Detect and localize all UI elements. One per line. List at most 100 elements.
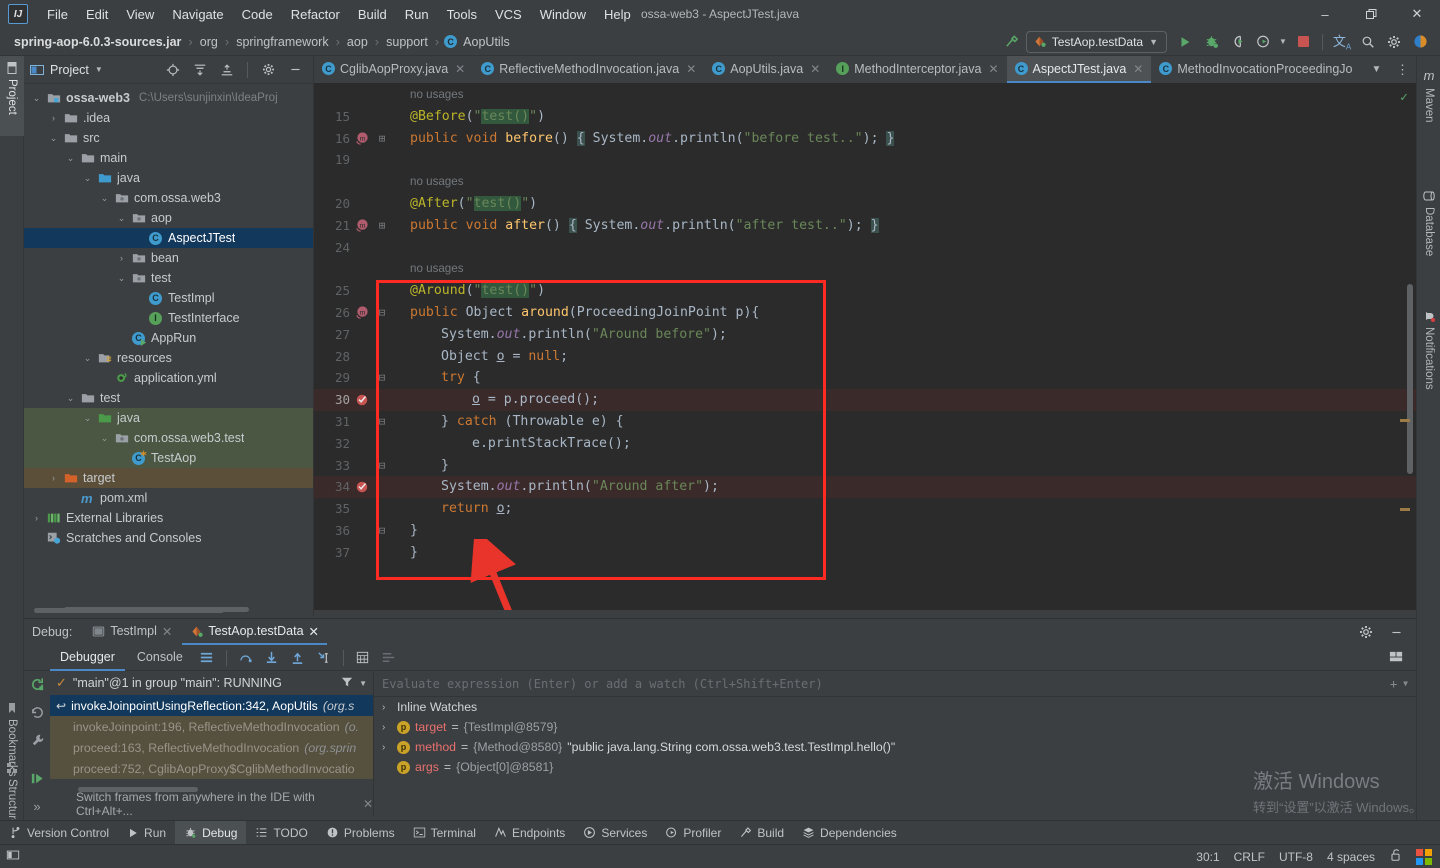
tree-node-bean[interactable]: › bean bbox=[24, 248, 313, 268]
stack-frame[interactable]: ↩ invokeJoinpointUsingReflection:342, Aop… bbox=[50, 695, 373, 716]
add-watch-button[interactable]: + bbox=[1390, 677, 1397, 691]
step-into-icon[interactable] bbox=[260, 647, 284, 669]
close-button[interactable]: ✕ bbox=[1394, 0, 1440, 28]
watch-item[interactable]: › Inline Watches bbox=[374, 697, 1416, 717]
line-number[interactable]: 35 bbox=[314, 498, 350, 520]
tree-node-testinterface[interactable]: I TestInterface bbox=[24, 308, 313, 328]
breadcrumb-item-aop[interactable]: aop bbox=[345, 33, 370, 51]
debug-session-tab-testimpl[interactable]: TestImpl ✕ bbox=[84, 619, 180, 645]
tree-node-aspectjtest[interactable]: C AspectJTest bbox=[24, 228, 313, 248]
close-icon[interactable]: ✕ bbox=[810, 62, 820, 76]
editor-tab-methodinvocationproceedingjo[interactable]: C MethodInvocationProceedingJo bbox=[1151, 56, 1360, 83]
editor-tab-aspectjtest[interactable]: C AspectJTest.java ✕ bbox=[1006, 56, 1152, 83]
line-number[interactable]: 30 bbox=[314, 389, 350, 411]
thread-selector[interactable]: ✓ "main"@1 in group "main": RUNNING ▼ bbox=[50, 671, 373, 695]
evaluate-icon[interactable] bbox=[351, 647, 375, 669]
rerun-icon[interactable] bbox=[30, 677, 45, 695]
expand-all-icon[interactable] bbox=[188, 59, 212, 81]
settings-icon[interactable] bbox=[1382, 31, 1406, 53]
menu-help[interactable]: Help bbox=[595, 3, 640, 26]
stack-frame[interactable]: proceed:752, CglibAopProxy$CglibMethodIn… bbox=[50, 758, 373, 779]
more-vertical-icon[interactable]: ⋮ bbox=[1390, 59, 1414, 81]
code-fold-icon[interactable]: ⊞ bbox=[374, 215, 390, 237]
watch-item[interactable]: › p method = {Method@8580} "public java.la… bbox=[374, 737, 1416, 757]
chevron-down-icon[interactable]: ⌄ bbox=[47, 133, 60, 144]
chevron-down-icon[interactable]: ⌄ bbox=[30, 93, 43, 104]
code-fold-icon[interactable]: ⊟ bbox=[374, 520, 390, 542]
chevron-down-icon[interactable]: ▼ bbox=[1403, 679, 1408, 688]
resume-icon[interactable] bbox=[30, 771, 45, 789]
translate-icon[interactable]: 文A bbox=[1330, 31, 1354, 53]
chevron-right-icon[interactable]: › bbox=[115, 253, 128, 263]
indent-setting[interactable]: 4 spaces bbox=[1327, 850, 1375, 864]
chevron-down-icon[interactable]: ▼ bbox=[1277, 31, 1289, 53]
line-number[interactable]: 20 bbox=[314, 193, 350, 215]
tree-node-external-libraries[interactable]: › External Libraries bbox=[24, 508, 313, 528]
ai-assistant-icon[interactable] bbox=[1408, 31, 1432, 53]
chevron-right-icon[interactable]: › bbox=[382, 702, 392, 713]
chevron-down-icon[interactable]: ▼ bbox=[95, 65, 103, 74]
tree-node-pom-xml[interactable]: m pom.xml bbox=[24, 488, 313, 508]
tree-node-com-ossa-web3-test[interactable]: ⌄ com.ossa.web3.test bbox=[24, 428, 313, 448]
menu-code[interactable]: Code bbox=[233, 3, 282, 26]
step-over-icon[interactable] bbox=[234, 647, 258, 669]
unlocked-icon[interactable] bbox=[1389, 848, 1402, 865]
tab-console[interactable]: Console bbox=[127, 645, 193, 671]
minimize-button[interactable]: – bbox=[1302, 0, 1348, 28]
chevron-down-icon[interactable]: ▼ bbox=[1149, 37, 1158, 47]
chevron-right-icon[interactable]: › bbox=[30, 513, 43, 523]
line-number[interactable]: 34 bbox=[314, 476, 350, 498]
run-with-coverage-icon[interactable] bbox=[1225, 31, 1249, 53]
sidebar-tab-notifications[interactable]: Notifications bbox=[1417, 304, 1440, 414]
close-icon[interactable]: ✕ bbox=[988, 62, 998, 76]
chevron-down-icon[interactable]: ⌄ bbox=[64, 153, 77, 164]
chevron-right-icon[interactable]: › bbox=[382, 742, 392, 753]
frames-icon[interactable] bbox=[195, 647, 219, 669]
close-icon[interactable]: ✕ bbox=[686, 62, 696, 76]
settings-wrench-icon[interactable] bbox=[30, 733, 45, 751]
bottom-bar-item-run[interactable]: Run bbox=[118, 821, 175, 845]
restart-icon[interactable] bbox=[30, 705, 45, 723]
bottom-bar-item-dependencies[interactable]: Dependencies bbox=[793, 821, 906, 845]
breadcrumb-item-org[interactable]: org bbox=[198, 33, 220, 51]
watch-item[interactable]: p args = {Object[0]@8581} bbox=[374, 757, 1416, 777]
tree-node-test[interactable]: ⌄ test bbox=[24, 268, 313, 288]
bottom-bar-item-todo[interactable]: TODO bbox=[246, 821, 316, 845]
tab-debugger[interactable]: Debugger bbox=[50, 645, 125, 671]
tree-node-java[interactable]: ⌄ java bbox=[24, 168, 313, 188]
chevron-down-icon[interactable]: ⌄ bbox=[64, 393, 77, 404]
tree-node-apprun[interactable]: C AppRun bbox=[24, 328, 313, 348]
tree-node-testimpl[interactable]: C TestImpl bbox=[24, 288, 313, 308]
tree-node-scratches-and-consoles[interactable]: Scratches and Consoles bbox=[24, 528, 313, 548]
chevron-right-icon[interactable]: › bbox=[47, 113, 60, 123]
layout-settings-icon[interactable] bbox=[1384, 647, 1408, 669]
code-fold-icon[interactable]: ⊞ bbox=[374, 128, 390, 150]
tree-node-main[interactable]: ⌄ main bbox=[24, 148, 313, 168]
chevron-down-icon[interactable]: ▼ bbox=[359, 679, 367, 688]
editor-splitter[interactable] bbox=[314, 610, 1416, 616]
tree-node-test[interactable]: ⌄ test bbox=[24, 388, 313, 408]
hide-icon[interactable] bbox=[1384, 621, 1408, 643]
line-separator[interactable]: CRLF bbox=[1234, 850, 1265, 864]
line-number[interactable]: 36 bbox=[314, 520, 350, 542]
breadcrumb-item-aoputils[interactable]: AopUtils bbox=[461, 33, 512, 51]
menu-file[interactable]: File bbox=[38, 3, 77, 26]
chevron-down-icon[interactable]: ⌄ bbox=[98, 433, 111, 444]
locate-icon[interactable] bbox=[161, 59, 185, 81]
editor-vertical-scrollbar[interactable] bbox=[1407, 284, 1413, 474]
chevron-down-icon[interactable]: ⌄ bbox=[115, 213, 128, 224]
chevron-down-icon[interactable]: ▼ bbox=[1364, 59, 1388, 81]
close-icon[interactable]: ✕ bbox=[162, 624, 172, 639]
collapse-all-icon[interactable] bbox=[215, 59, 239, 81]
caret-position[interactable]: 30:1 bbox=[1196, 850, 1219, 864]
filter-icon[interactable] bbox=[341, 676, 353, 691]
settings-icon[interactable] bbox=[256, 59, 280, 81]
build-hammer-icon[interactable] bbox=[1000, 31, 1024, 53]
tree-node--idea[interactable]: › .idea bbox=[24, 108, 313, 128]
code-fold-icon[interactable]: ⊟ bbox=[374, 455, 390, 477]
breadcrumb-item-jar[interactable]: spring-aop-6.0.3-sources.jar bbox=[12, 33, 183, 51]
tree-node-testaop[interactable]: C TestAop bbox=[24, 448, 313, 468]
bottom-bar-item-profiler[interactable]: Profiler bbox=[656, 821, 730, 845]
tree-node-com-ossa-web3[interactable]: ⌄ com.ossa.web3 bbox=[24, 188, 313, 208]
menu-navigate[interactable]: Navigate bbox=[163, 3, 232, 26]
